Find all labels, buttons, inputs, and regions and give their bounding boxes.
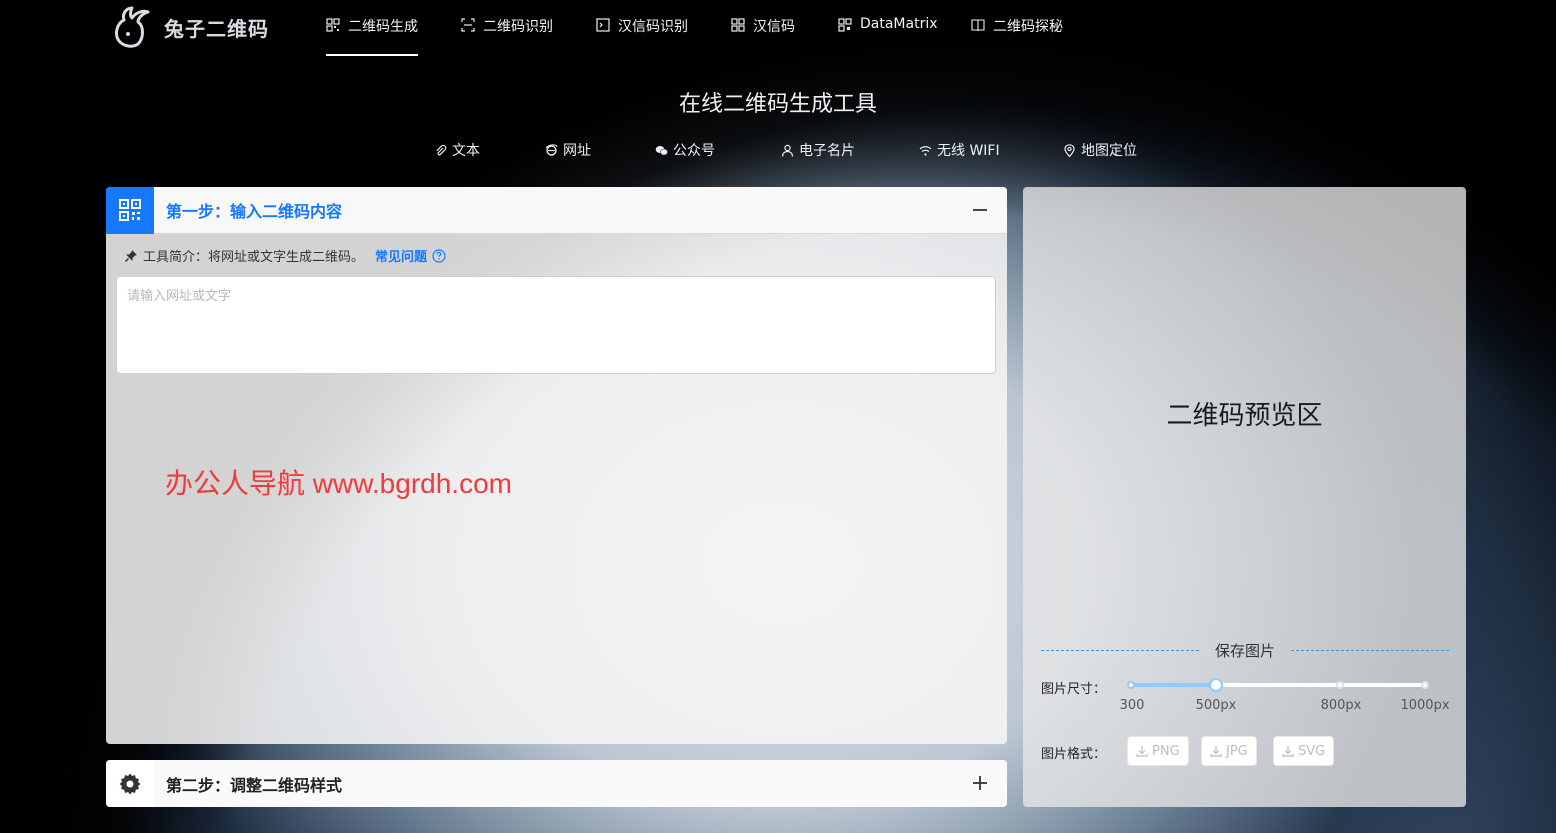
book-icon bbox=[971, 19, 985, 32]
size-mark-800[interactable]: 800px bbox=[1321, 698, 1362, 713]
nav-label: 二维码探秘 bbox=[993, 19, 1063, 35]
save-image-title: 保存图片 bbox=[1215, 641, 1276, 660]
tab-url[interactable]: 网址 bbox=[545, 140, 591, 160]
download-svg-button[interactable]: SVG bbox=[1273, 736, 1335, 766]
step1-icon-box bbox=[106, 186, 154, 234]
collapse-minus-icon[interactable] bbox=[969, 199, 991, 221]
step2-card: 第二步：调整二维码样式 bbox=[106, 760, 1007, 807]
tab-wechat[interactable]: 公众号 bbox=[655, 140, 715, 160]
qrcode-icon bbox=[326, 18, 340, 32]
ie-icon bbox=[545, 143, 558, 156]
nav-datamatrix[interactable]: DataMatrix bbox=[838, 16, 938, 56]
hanxin-icon bbox=[731, 18, 745, 32]
tab-label: 网址 bbox=[563, 143, 591, 159]
expand-plus-icon[interactable] bbox=[969, 772, 991, 794]
qrcode-icon bbox=[119, 199, 141, 221]
step1-title: 第一步：输入二维码内容 bbox=[166, 202, 343, 221]
page-title: 在线二维码生成工具 bbox=[678, 92, 877, 117]
slider-dot[interactable] bbox=[1336, 681, 1344, 689]
format-label: SVG bbox=[1298, 743, 1326, 759]
watermark-text: 办公人导航 www.bgrdh.com bbox=[165, 468, 512, 499]
size-mark-300[interactable]: 300 bbox=[1120, 698, 1145, 713]
slider-dot[interactable] bbox=[1421, 681, 1429, 689]
tab-location[interactable]: 地图定位 bbox=[1063, 140, 1137, 160]
size-mark-500[interactable]: 500px bbox=[1196, 698, 1237, 713]
size-mark-1000[interactable]: 1000px bbox=[1400, 698, 1449, 713]
format-label: JPG bbox=[1226, 743, 1248, 759]
step1-header[interactable]: 第一步：输入二维码内容 bbox=[106, 186, 1007, 234]
tab-text[interactable]: 文本 bbox=[434, 140, 480, 160]
image-format-label: 图片格式： bbox=[1041, 747, 1107, 762]
tab-label: 电子名片 bbox=[799, 143, 855, 159]
faq-link[interactable]: 常见问题 bbox=[375, 246, 427, 265]
step2-header[interactable]: 第二步：调整二维码样式 bbox=[106, 760, 1007, 807]
nav-qrcode-explore[interactable]: 二维码探秘 bbox=[971, 16, 1063, 56]
pin-icon bbox=[124, 249, 137, 262]
nav-qrcode-generate[interactable]: 二维码生成 bbox=[326, 16, 418, 56]
top-navbar: 兔子二维码 二维码生成 二维码识别 汉信码识别 汉信码 DataMatrix 二… bbox=[0, 0, 1556, 58]
slider-dot[interactable] bbox=[1127, 681, 1135, 689]
slider-track bbox=[1131, 683, 1216, 687]
nav-label: 二维码生成 bbox=[348, 19, 418, 35]
nav-label: 二维码识别 bbox=[483, 19, 553, 35]
preview-area-label: 二维码预览区 bbox=[1166, 401, 1323, 431]
nav-label: DataMatrix bbox=[860, 16, 938, 32]
rabbit-logo-icon bbox=[115, 6, 150, 48]
qrcode-content-input[interactable] bbox=[116, 276, 996, 374]
wechat-icon bbox=[655, 145, 668, 155]
image-size-label: 图片尺寸： bbox=[1041, 682, 1107, 697]
nav-hanxin[interactable]: 汉信码 bbox=[731, 16, 795, 56]
gear-icon bbox=[119, 773, 141, 794]
download-png-button[interactable]: PNG bbox=[1127, 736, 1189, 766]
download-icon bbox=[1136, 746, 1148, 757]
preview-card: 二维码预览区 保存图片 图片尺寸： 300 500px 800px 1000px… bbox=[1023, 187, 1466, 807]
slider-handle[interactable] bbox=[1209, 678, 1223, 692]
step2-title: 第二步：调整二维码样式 bbox=[166, 775, 343, 795]
nav-label: 汉信码 bbox=[753, 19, 795, 35]
brand-logo[interactable]: 兔子二维码 bbox=[110, 4, 269, 50]
download-jpg-button[interactable]: JPG bbox=[1201, 736, 1257, 766]
format-label: PNG bbox=[1152, 743, 1180, 759]
divider-line bbox=[1291, 649, 1450, 651]
save-image-divider: 保存图片 bbox=[1041, 641, 1450, 660]
wifi-icon bbox=[919, 145, 932, 156]
divider-line bbox=[1041, 649, 1199, 651]
image-size-slider[interactable] bbox=[1127, 677, 1429, 693]
step2-icon-box bbox=[106, 760, 154, 807]
nav-label: 汉信码识别 bbox=[618, 19, 688, 35]
download-icon bbox=[1210, 746, 1222, 757]
tab-label: 文本 bbox=[452, 143, 480, 159]
tab-label: 地图定位 bbox=[1081, 143, 1137, 159]
tab-wifi[interactable]: 无线 WIFI bbox=[919, 140, 1000, 160]
scan-icon bbox=[461, 18, 475, 32]
nav-qrcode-scan[interactable]: 二维码识别 bbox=[461, 16, 553, 56]
tool-intro-text: 工具简介：将网址或文字生成二维码。 bbox=[143, 250, 365, 265]
tab-label: 公众号 bbox=[673, 143, 715, 159]
download-icon bbox=[1282, 746, 1294, 757]
tool-intro: 工具简介：将网址或文字生成二维码。 常见问题 bbox=[124, 246, 446, 265]
help-circle-icon[interactable] bbox=[432, 248, 446, 263]
user-icon bbox=[781, 144, 794, 157]
datamatrix-icon bbox=[838, 18, 852, 32]
location-icon bbox=[1064, 143, 1075, 157]
tab-label: 无线 WIFI bbox=[937, 143, 1000, 159]
content-type-tabs: 文本 网址 公众号 电子名片 无线 WIFI 地图定位 bbox=[0, 140, 1556, 160]
brand-name: 兔子二维码 bbox=[164, 16, 269, 41]
nav-hanxin-scan[interactable]: 汉信码识别 bbox=[596, 16, 688, 56]
terminal-icon bbox=[596, 18, 610, 32]
paperclip-icon bbox=[436, 144, 447, 155]
tab-vcard[interactable]: 电子名片 bbox=[781, 140, 855, 160]
